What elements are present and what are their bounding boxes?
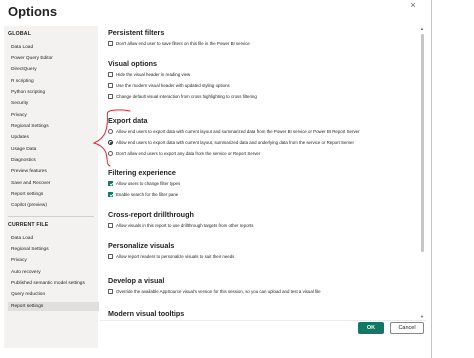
- section-title-develop-visual: Develop a visual: [108, 276, 165, 285]
- option-filter-pane-search[interactable]: Enable search for the filter pane: [108, 191, 178, 198]
- option-modern-visual-header[interactable]: Use the modern visual header with update…: [108, 82, 230, 89]
- section-title-modern-visual-tooltips: Modern visual tooltips: [108, 309, 185, 318]
- checkbox[interactable]: [108, 41, 113, 46]
- radio-button[interactable]: [108, 151, 113, 156]
- sidebar-item-updates[interactable]: Updates: [11, 135, 29, 140]
- ok-button[interactable]: OK: [358, 322, 384, 334]
- report-settings-pane: Persistent filters Don't allow end user …: [100, 26, 426, 320]
- section-title-filtering-experience: Filtering experience: [108, 168, 176, 177]
- option-cross-report-drillthrough[interactable]: Allow visuals in this report to use dril…: [108, 222, 253, 229]
- sidebar-item-r-scripting[interactable]: R scripting: [11, 79, 34, 84]
- sidebar-item-diagnostics[interactable]: Diagnostics: [11, 158, 36, 163]
- option-persistent-filters[interactable]: Don't allow end user to save filters on …: [108, 40, 250, 47]
- sidebar-item-file-data-load[interactable]: Data Load: [11, 236, 33, 241]
- option-cross-filtering[interactable]: Change default visual interaction from c…: [108, 93, 257, 100]
- option-change-filter-types[interactable]: Allow users to change filter types: [108, 180, 180, 187]
- section-title-export-data: Export data: [108, 116, 148, 125]
- scroll-down-arrow-icon[interactable]: ▼: [420, 314, 424, 319]
- radio-export-summarized[interactable]: Allow end users to export data with curr…: [108, 128, 360, 135]
- dialog-title: Options: [8, 4, 58, 19]
- option-personalize-visuals[interactable]: Allow report readers to personalize visu…: [108, 253, 234, 260]
- radio-button-selected[interactable]: [108, 140, 113, 145]
- sidebar-item-file-privacy[interactable]: Privacy: [11, 258, 27, 263]
- sidebar-header-current-file: CURRENT FILE: [8, 222, 49, 228]
- sidebar-item-directquery[interactable]: DirectQuery: [11, 67, 37, 72]
- sidebar-item-data-load[interactable]: Data Load: [11, 45, 33, 50]
- section-title-persistent-filters: Persistent filters: [108, 28, 165, 37]
- checkbox-checked[interactable]: [108, 181, 113, 186]
- section-title-personalize-visuals: Personalize visuals: [108, 241, 175, 250]
- sidebar-item-regional-settings[interactable]: Regional Settings: [11, 124, 49, 129]
- sidebar-item-save-and-recover[interactable]: Save and Recover: [11, 181, 50, 186]
- sidebar-item-file-report-settings[interactable]: Report settings: [11, 304, 43, 309]
- checkbox[interactable]: [108, 254, 113, 259]
- sidebar-item-auto-recovery[interactable]: Auto recovery: [11, 270, 41, 275]
- checkbox[interactable]: [108, 72, 113, 77]
- sidebar-item-privacy[interactable]: Privacy: [11, 113, 27, 118]
- section-title-visual-options: Visual options: [108, 59, 157, 68]
- sidebar-item-published-semantic-model[interactable]: Published semantic model settings: [11, 281, 85, 286]
- close-icon[interactable]: ×: [406, 0, 420, 10]
- option-hide-visual-header[interactable]: Hide the visual header in reading view: [108, 71, 190, 78]
- sidebar-item-usage-data[interactable]: Usage Data: [11, 147, 36, 152]
- sidebar-item-file-regional-settings[interactable]: Regional Settings: [11, 247, 49, 252]
- sidebar-item-python-scripting[interactable]: Python scripting: [11, 90, 45, 95]
- sidebar-divider: [8, 216, 94, 217]
- radio-export-underlying[interactable]: Allow end users to export data with curr…: [108, 139, 354, 146]
- checkbox[interactable]: [108, 289, 113, 294]
- sidebar-item-security[interactable]: Security: [11, 101, 28, 106]
- sidebar-item-power-query-editor[interactable]: Power Query Editor: [11, 56, 53, 61]
- checkbox[interactable]: [108, 83, 113, 88]
- sidebar-item-query-reduction[interactable]: Query reduction: [11, 292, 45, 297]
- radio-export-none[interactable]: Don't allow end users to export any data…: [108, 150, 260, 157]
- scrollbar-thumb[interactable]: [421, 34, 424, 252]
- option-develop-visual[interactable]: Override the available AppSource visual'…: [108, 288, 321, 295]
- window-edge: [431, 0, 432, 358]
- checkbox[interactable]: [108, 94, 113, 99]
- footer-divider: [100, 320, 426, 321]
- scroll-up-arrow-icon[interactable]: ▲: [420, 26, 424, 31]
- sidebar-item-preview-features[interactable]: Preview features: [11, 169, 47, 174]
- sidebar-header-global: GLOBAL: [8, 31, 32, 37]
- section-title-cross-report-drillthrough: Cross-report drillthrough: [108, 210, 194, 219]
- checkbox[interactable]: [108, 223, 113, 228]
- options-dialog: Options × GLOBAL Data Load Power Query E…: [0, 0, 474, 358]
- options-sidebar: GLOBAL Data Load Power Query Editor Dire…: [4, 26, 99, 348]
- sidebar-item-report-settings-global[interactable]: Report settings: [11, 192, 43, 197]
- checkbox-checked[interactable]: [108, 192, 113, 197]
- sidebar-item-copilot-preview[interactable]: Copilot (preview): [11, 203, 47, 208]
- radio-button[interactable]: [108, 129, 113, 134]
- cancel-button[interactable]: Cancel: [390, 322, 424, 334]
